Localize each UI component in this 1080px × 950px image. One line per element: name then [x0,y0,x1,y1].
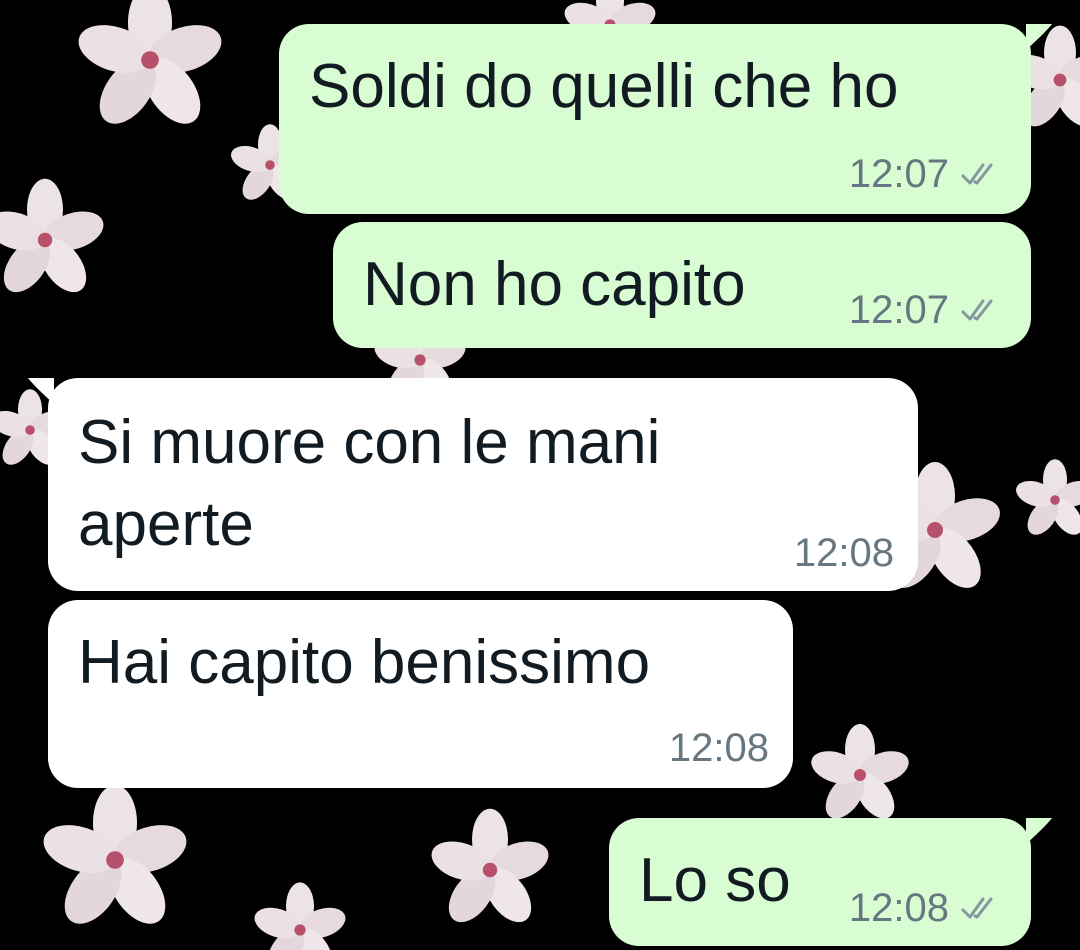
bubble-tail [1026,24,1052,50]
message-time: 12:07 [848,288,949,332]
message-bubble-outgoing[interactable]: Soldi do quelli che ho 12:07 [279,24,1031,214]
message-time: 12:07 [848,152,949,196]
message-bubble-outgoing[interactable]: Lo so 12:08 [609,818,1031,946]
message-meta: 12:07 [849,288,1001,332]
message-bubble-outgoing[interactable]: Non ho capito 12:07 [333,222,1031,348]
double-check-icon [961,299,993,321]
message-bubble-incoming[interactable]: Si muore con le mani aperte 12:08 [48,378,918,591]
message-meta: 12:07 [849,152,1001,196]
message-meta: 12:08 [849,886,1001,930]
message-text: Non ho capito [363,250,746,319]
double-check-icon [961,163,993,185]
message-text: Lo so [639,846,791,915]
message-meta: 12:08 [794,531,894,575]
bubble-tail [1026,818,1052,844]
message-text: Si muore con le mani aperte [78,408,661,559]
message-time: 12:08 [668,726,769,770]
message-text: Hai capito benissimo [78,628,651,697]
message-time: 12:08 [848,886,949,930]
message-time: 12:08 [793,531,894,575]
double-check-icon [961,897,993,919]
message-meta: 12:08 [669,726,769,770]
message-bubble-incoming[interactable]: Hai capito benissimo 12:08 [48,600,793,788]
message-list[interactable]: Soldi do quelli che ho 12:07 Non ho capi… [0,0,1080,950]
message-text: Soldi do quelli che ho [309,52,899,121]
